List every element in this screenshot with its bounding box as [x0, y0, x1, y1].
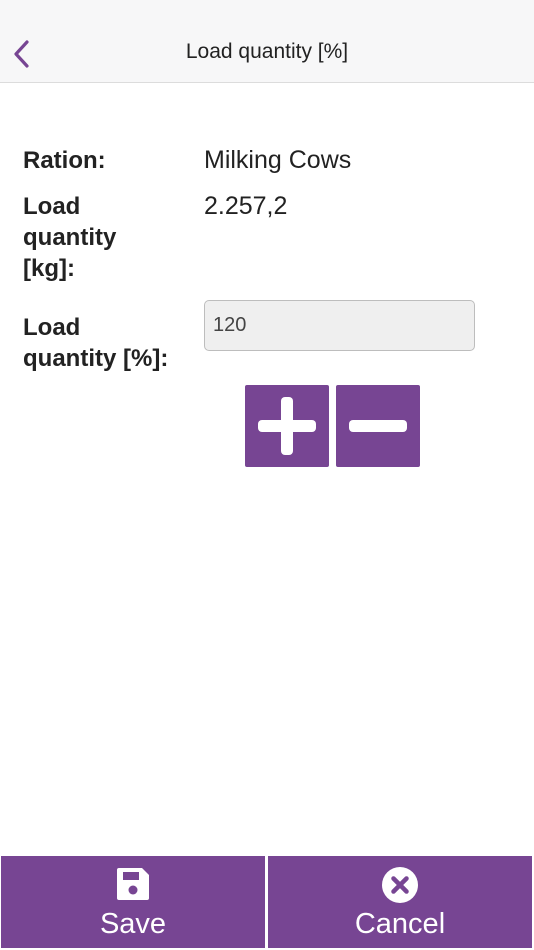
- minus-icon: [349, 420, 407, 432]
- load-kg-label-line2: quantity: [23, 224, 117, 251]
- load-kg-label-line3: [kg]:: [23, 255, 75, 282]
- plus-icon: [258, 397, 316, 455]
- header-bar: Load quantity [%]: [0, 0, 534, 83]
- close-circle-icon: [382, 867, 418, 903]
- page-title: Load quantity [%]: [185, 40, 349, 63]
- load-quantity-screen: Load quantity [%] Ration: Milking Cows L…: [0, 0, 534, 950]
- load-kg-label-line1: Load: [23, 193, 81, 220]
- increase-button[interactable]: [245, 385, 329, 467]
- decrease-button[interactable]: [336, 385, 420, 467]
- load-pct-label-line2: quantity [%]:: [23, 345, 169, 372]
- load-kg-value: 2.257,2: [204, 192, 288, 220]
- load-kg-label: Load quantity [kg]:: [23, 191, 116, 284]
- load-percent-input[interactable]: [204, 300, 475, 351]
- save-label: Save: [99, 908, 167, 940]
- ration-label: Ration:: [23, 147, 106, 174]
- load-pct-label: Load quantity [%]:: [23, 312, 168, 374]
- floppy-disk-icon: [117, 868, 149, 900]
- cancel-button[interactable]: Cancel: [268, 856, 532, 948]
- cancel-label: Cancel: [354, 908, 446, 940]
- save-button[interactable]: Save: [1, 856, 265, 948]
- ration-value: Milking Cows: [204, 146, 352, 174]
- load-pct-label-line1: Load: [23, 314, 81, 341]
